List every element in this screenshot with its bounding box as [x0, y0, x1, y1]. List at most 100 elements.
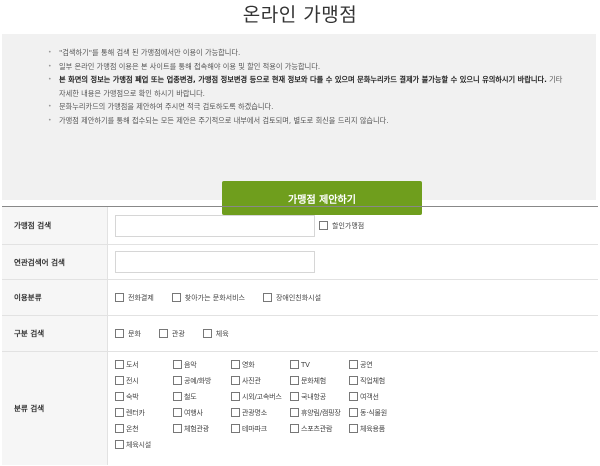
checkbox-label: 국내항공 [301, 392, 326, 401]
page-title: 온라인 가맹점 [242, 4, 358, 26]
category-checkbox[interactable]: 문화체험 [290, 374, 349, 387]
checkbox-box[interactable] [115, 392, 124, 401]
category-checkbox[interactable]: 사진관 [231, 374, 290, 387]
category-checkbox[interactable]: 테마파크 [231, 422, 290, 435]
category-checkbox[interactable]: TV [290, 358, 349, 371]
checkbox-label: 찾아가는 문화서비스 [184, 293, 245, 302]
checkbox-box[interactable] [290, 424, 299, 433]
notice-item: "검색하기"를 통해 검색 된 가맹점에서만 이용이 가능합니다. [48, 46, 568, 60]
checkbox-box[interactable] [115, 440, 124, 449]
category-label: 분류 검색 [2, 352, 108, 465]
usage-label: 이용분류 [2, 280, 108, 315]
category-checkbox[interactable]: 동·식물원 [349, 406, 408, 419]
notice-item: 가맹점 제안하기를 통해 접수되는 모든 제안은 주기적으로 내부에서 검토되며… [48, 114, 568, 128]
checkbox-box[interactable] [231, 408, 240, 417]
checkbox-box[interactable] [290, 360, 299, 369]
checkbox-box[interactable] [173, 424, 182, 433]
checkbox-box[interactable] [231, 424, 240, 433]
checkbox-label: 여행사 [184, 408, 203, 417]
category-checkbox[interactable]: 체육용품 [349, 422, 408, 435]
checkbox-box[interactable] [231, 376, 240, 385]
checkbox-box[interactable] [202, 329, 212, 338]
checkbox-box[interactable] [319, 221, 328, 230]
checkbox-box[interactable] [349, 376, 358, 385]
checkbox-label: 전화결제 [128, 293, 154, 302]
checkbox-box[interactable] [115, 424, 124, 433]
checkbox-box[interactable] [262, 293, 272, 302]
checkbox-label: 공예/화방 [184, 376, 212, 385]
checkbox-label: 문화 [128, 329, 141, 338]
category-checkbox[interactable]: 관광명소 [231, 406, 290, 419]
category-checkbox[interactable]: 체육시설 [115, 438, 173, 451]
checkbox-label: 스포츠관람 [301, 424, 333, 433]
checkbox-box[interactable] [290, 376, 299, 385]
checkbox-label: 전시 [126, 376, 139, 385]
checkbox-box[interactable] [115, 376, 124, 385]
checkbox-label: 휴양림/캠핑장 [301, 408, 341, 417]
division-checkbox[interactable]: 문화 [115, 329, 141, 339]
checkbox-label: 철도 [184, 392, 197, 401]
checkbox-box[interactable] [115, 329, 124, 338]
category-checkbox[interactable]: 철도 [173, 390, 231, 403]
category-checkbox[interactable]: 전시 [115, 374, 173, 387]
checkbox-box[interactable] [171, 293, 181, 302]
category-checkbox[interactable]: 온천 [115, 422, 173, 435]
category-checkbox[interactable]: 직업체험 [349, 374, 408, 387]
checkbox-box[interactable] [173, 392, 182, 401]
category-row: 분류 검색 도서 음악 영화 TV 공연전시 공예/화방 사진관 문화체험 직업체험숙박 철도 시외… [2, 352, 598, 465]
checkbox-label: 관광 [171, 329, 185, 338]
merchant-search-row: 가맹점 검색 할인가맹점 [2, 207, 598, 245]
category-checkbox[interactable]: 공예/화방 [173, 374, 231, 387]
checkbox-box[interactable] [231, 360, 240, 369]
category-checkbox[interactable]: 도서 [115, 358, 173, 371]
category-checkbox[interactable]: 체험관광 [173, 422, 231, 435]
checkbox-box[interactable] [158, 329, 168, 338]
checkbox-box[interactable] [115, 408, 124, 417]
checkbox-label: 동·식물원 [360, 408, 387, 417]
division-checkbox[interactable]: 관광 [158, 329, 185, 339]
checkbox-box[interactable] [173, 408, 182, 417]
search-form: 가맹점 검색 할인가맹점 연관검색어 검색 이용분류 전화결제 찾아가는 문화서비… [2, 206, 598, 465]
notice-box: "검색하기"를 통해 검색 된 가맹점에서만 이용이 가능합니다. 일부 온라인… [2, 34, 596, 215]
discount-merchant-checkbox[interactable]: 할인가맹점 [319, 221, 364, 231]
checkbox-box[interactable] [231, 392, 240, 401]
category-checkbox[interactable]: 렌터카 [115, 406, 173, 419]
category-checkbox[interactable]: 음악 [173, 358, 231, 371]
checkbox-label: 장애인친화시설 [275, 293, 322, 302]
checkbox-box[interactable] [115, 360, 124, 369]
merchant-search-input[interactable] [115, 214, 315, 237]
category-checkbox[interactable]: 국내항공 [290, 390, 349, 403]
usage-checkbox[interactable]: 전화결제 [115, 293, 154, 303]
checkbox-box[interactable] [290, 408, 299, 417]
related-search-input[interactable] [115, 251, 315, 273]
category-checkbox[interactable]: 시외/고속버스 [231, 390, 290, 403]
checkbox-box[interactable] [290, 392, 299, 401]
checkbox-box[interactable] [349, 408, 358, 417]
usage-checkbox[interactable]: 찾아가는 문화서비스 [171, 293, 245, 303]
category-checkbox[interactable]: 휴양림/캠핑장 [290, 406, 349, 419]
usage-checkbox[interactable]: 장애인친화시설 [262, 293, 322, 303]
checkbox-label: 렌터카 [126, 408, 145, 417]
division-label: 구분 검색 [2, 316, 108, 351]
category-grid: 도서 음악 영화 TV 공연전시 공예/화방 사진관 문화체험 직업체험숙박 철도 시외/고속버스 국… [115, 356, 408, 451]
division-row: 구분 검색 문화 관광 체육 [2, 316, 598, 352]
checkbox-box[interactable] [349, 360, 358, 369]
checkbox-label: 체육 [215, 329, 229, 338]
category-checkbox[interactable]: 여행사 [173, 406, 231, 419]
checkbox-label: 체험관광 [184, 424, 209, 433]
checkbox-label: 체육용품 [360, 424, 385, 433]
checkbox-label: 숙박 [126, 392, 139, 401]
checkbox-box[interactable] [115, 293, 124, 302]
checkbox-label: 테마파크 [242, 424, 267, 433]
category-checkbox[interactable]: 여객선 [349, 390, 408, 403]
division-checkbox[interactable]: 체육 [202, 329, 229, 339]
category-checkbox[interactable]: 영화 [231, 358, 290, 371]
checkbox-box[interactable] [349, 424, 358, 433]
category-checkbox[interactable]: 숙박 [115, 390, 173, 403]
category-checkbox[interactable]: 공연 [349, 358, 408, 371]
checkbox-box[interactable] [349, 392, 358, 401]
checkbox-label: 직업체험 [360, 376, 385, 385]
checkbox-box[interactable] [173, 376, 182, 385]
category-checkbox[interactable]: 스포츠관람 [290, 422, 349, 435]
checkbox-box[interactable] [173, 360, 182, 369]
